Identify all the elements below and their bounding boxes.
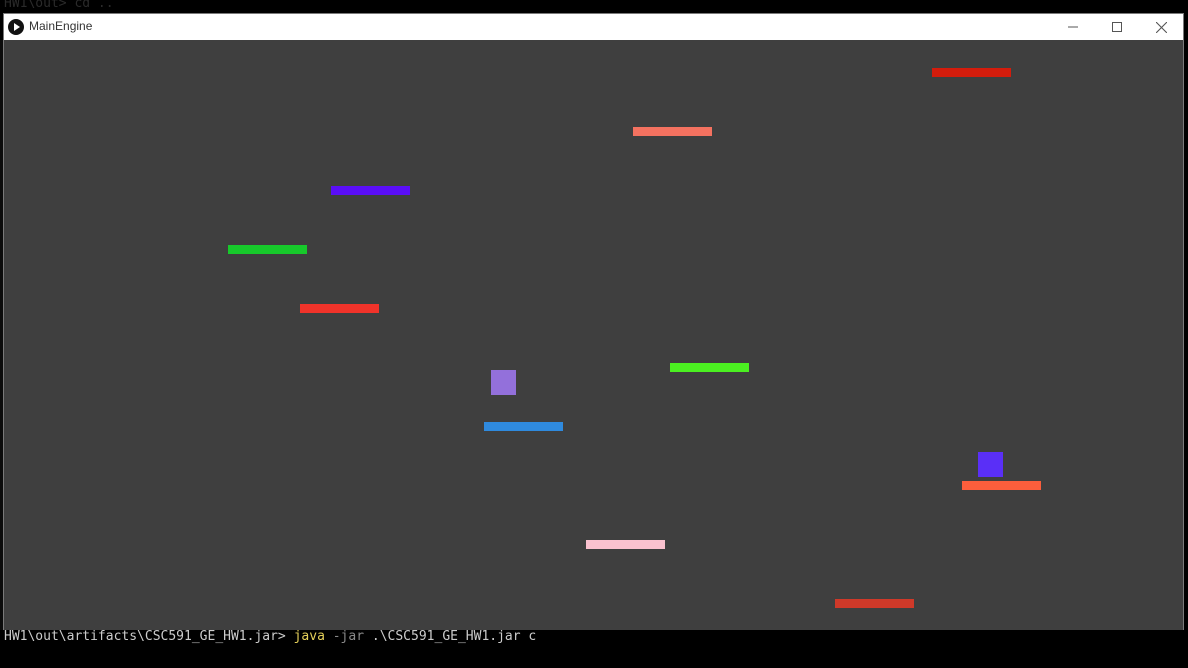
player-square (491, 370, 516, 395)
minimize-button[interactable] (1050, 14, 1096, 40)
close-icon (1155, 21, 1167, 33)
maximize-button[interactable] (1094, 14, 1140, 40)
play-icon (8, 19, 24, 35)
platform (932, 68, 1011, 77)
game-canvas[interactable] (4, 40, 1183, 630)
terminal-flag: -jar (332, 629, 365, 644)
platform (962, 481, 1041, 490)
terminal-top-line: HW1\out> cd .. (4, 0, 114, 11)
platform (835, 599, 914, 608)
platform (228, 245, 307, 254)
terminal-command-line: HW1\out\artifacts\CSC591_GE_HW1.jar> jav… (4, 629, 536, 644)
minimize-icon (1068, 26, 1078, 28)
platform (670, 363, 749, 372)
platform (300, 304, 379, 313)
terminal-args: .\CSC591_GE_HW1.jar c (371, 629, 537, 644)
title-bar[interactable]: MainEngine (4, 14, 1183, 40)
platform (586, 540, 665, 549)
maximize-icon (1112, 22, 1122, 32)
window-title: MainEngine (29, 19, 93, 33)
platform (633, 127, 712, 136)
platform (484, 422, 563, 431)
terminal-command: java (293, 629, 325, 644)
platform (331, 186, 410, 195)
player-square (978, 452, 1003, 477)
close-button[interactable] (1138, 14, 1184, 40)
terminal-prompt: HW1\out\artifacts\CSC591_GE_HW1.jar> (4, 629, 286, 644)
main-engine-window: MainEngine (3, 13, 1184, 630)
